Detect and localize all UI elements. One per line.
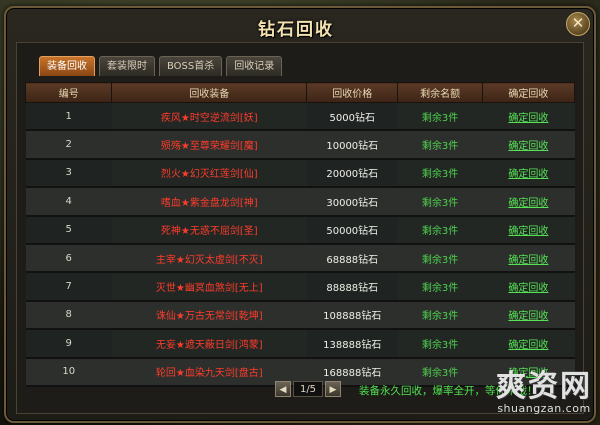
- confirm-recycle-link[interactable]: 确定回收: [482, 215, 575, 245]
- row-price: 68888钻石: [306, 243, 398, 274]
- row-remaining: 剩余3件: [397, 130, 483, 160]
- site-watermark: 爽资网 shuangzan.com: [496, 369, 592, 416]
- row-id: 1: [25, 102, 112, 132]
- row-id: 2: [25, 130, 112, 160]
- table-row: 9 无妄★遮天蔽日剑[鸿蒙] 138888钻石 剩余3件 确定回收: [25, 329, 575, 359]
- row-price: 30000钻石: [306, 187, 398, 217]
- confirm-recycle-link[interactable]: 确定回收: [482, 102, 575, 132]
- arrow-left-icon[interactable]: ◀: [275, 381, 291, 397]
- table-header-row: 编号 回收装备 回收价格 剩余名额 确定回收: [24, 82, 576, 103]
- row-price: 10000钻石: [306, 130, 398, 160]
- title-bar: 钻石回收: [16, 11, 576, 41]
- window-title: 钻石回收: [258, 20, 334, 40]
- row-id: 8: [25, 300, 112, 331]
- row-remaining: 剩余3件: [397, 158, 483, 189]
- confirm-recycle-link[interactable]: 确定回收: [482, 158, 575, 189]
- table-row: 3 烈火★幻灭红莲剑[仙] 20000钻石 剩余3件 确定回收: [25, 158, 575, 189]
- recycle-table: 编号 回收装备 回收价格 剩余名额 确定回收 1 疾风★时空逆流剑[妖] 500…: [24, 82, 576, 387]
- row-price: 138888钻石: [306, 329, 398, 359]
- header-action: 确定回收: [481, 82, 576, 103]
- row-remaining: 剩余3件: [397, 329, 483, 359]
- row-item: 死神★无惑不屈剑[圣]: [111, 215, 307, 245]
- table-row: 8 诛仙★万古无常剑[乾坤] 108888钻石 剩余3件 确定回收: [25, 300, 575, 331]
- tab-equipment-recycle[interactable]: 装备回收: [39, 56, 95, 76]
- table-row: 7 灭世★幽冥血煞剑[无上] 88888钻石 剩余3件 确定回收: [25, 272, 575, 302]
- row-price: 108888钻石: [306, 300, 398, 331]
- table-row: 5 死神★无惑不屈剑[圣] 50000钻石 剩余3件 确定回收: [25, 215, 575, 245]
- row-id: 5: [25, 215, 112, 245]
- row-price: 20000钻石: [306, 158, 398, 189]
- row-remaining: 剩余3件: [397, 300, 483, 331]
- tab-set-limited[interactable]: 套装限时: [99, 56, 155, 76]
- row-id: 4: [25, 187, 112, 217]
- row-item: 烈火★幻灭红莲剑[仙]: [111, 158, 307, 189]
- row-id: 6: [25, 243, 112, 274]
- row-id: 10: [25, 357, 112, 387]
- row-remaining: 剩余3件: [397, 187, 483, 217]
- row-item: 嗜血★紫金盘龙剑[神]: [111, 187, 307, 217]
- row-item: 诛仙★万古无常剑[乾坤]: [111, 300, 307, 331]
- table-row: 6 主宰★幻灭太虚剑[不灭] 68888钻石 剩余3件 确定回收: [25, 243, 575, 274]
- row-remaining: 剩余3件: [397, 102, 483, 132]
- close-icon[interactable]: ✕: [566, 12, 590, 36]
- row-price: 50000钻石: [306, 215, 398, 245]
- arrow-right-icon[interactable]: ▶: [325, 381, 341, 397]
- pagination: ◀ 1/5 ▶: [275, 381, 341, 397]
- header-remaining: 剩余名额: [397, 82, 483, 103]
- diamond-recycle-window: 钻石回收 ✕ 装备回收 套装限时 BOSS首杀 回收记录 编号 回收装备 回收价…: [4, 6, 596, 423]
- confirm-recycle-link[interactable]: 确定回收: [482, 130, 575, 160]
- header-id: 编号: [24, 82, 113, 103]
- confirm-recycle-link[interactable]: 确定回收: [482, 243, 575, 274]
- tab-boss-first-kill[interactable]: BOSS首杀: [159, 56, 223, 76]
- row-remaining: 剩余3件: [397, 357, 483, 387]
- row-item: 灭世★幽冥血煞剑[无上]: [111, 272, 307, 302]
- tab-bar: 装备回收 套装限时 BOSS首杀 回收记录: [39, 56, 283, 76]
- confirm-recycle-link[interactable]: 确定回收: [482, 187, 575, 217]
- row-item: 无妄★遮天蔽日剑[鸿蒙]: [111, 329, 307, 359]
- tab-recycle-records[interactable]: 回收记录: [226, 56, 283, 76]
- header-price: 回收价格: [306, 82, 399, 103]
- confirm-recycle-link[interactable]: 确定回收: [482, 329, 575, 359]
- row-remaining: 剩余3件: [397, 272, 483, 302]
- table-row: 2 殒殇★至尊荣耀剑[魔] 10000钻石 剩余3件 确定回收: [25, 130, 575, 160]
- row-price: 5000钻石: [306, 102, 398, 132]
- watermark-url: shuangzan.com: [497, 402, 591, 415]
- content-panel: 装备回收 套装限时 BOSS首杀 回收记录 编号 回收装备 回收价格 剩余名额 …: [16, 42, 584, 414]
- confirm-recycle-link[interactable]: 确定回收: [482, 300, 575, 331]
- header-item: 回收装备: [111, 82, 308, 103]
- row-id: 9: [25, 329, 112, 359]
- row-remaining: 剩余3件: [397, 215, 483, 245]
- row-item: 疾风★时空逆流剑[妖]: [111, 102, 307, 132]
- table-row: 1 疾风★时空逆流剑[妖] 5000钻石 剩余3件 确定回收: [25, 102, 575, 132]
- row-item: 主宰★幻灭太虚剑[不灭]: [111, 243, 307, 274]
- confirm-recycle-link[interactable]: 确定回收: [482, 272, 575, 302]
- row-item: 殒殇★至尊荣耀剑[魔]: [111, 130, 307, 160]
- row-id: 7: [25, 272, 112, 302]
- page-indicator: 1/5: [293, 381, 323, 397]
- row-remaining: 剩余3件: [397, 243, 483, 274]
- row-id: 3: [25, 158, 112, 189]
- row-price: 88888钻石: [306, 272, 398, 302]
- watermark-logo: 爽资网: [496, 369, 592, 404]
- table-row: 4 嗜血★紫金盘龙剑[神] 30000钻石 剩余3件 确定回收: [25, 187, 575, 217]
